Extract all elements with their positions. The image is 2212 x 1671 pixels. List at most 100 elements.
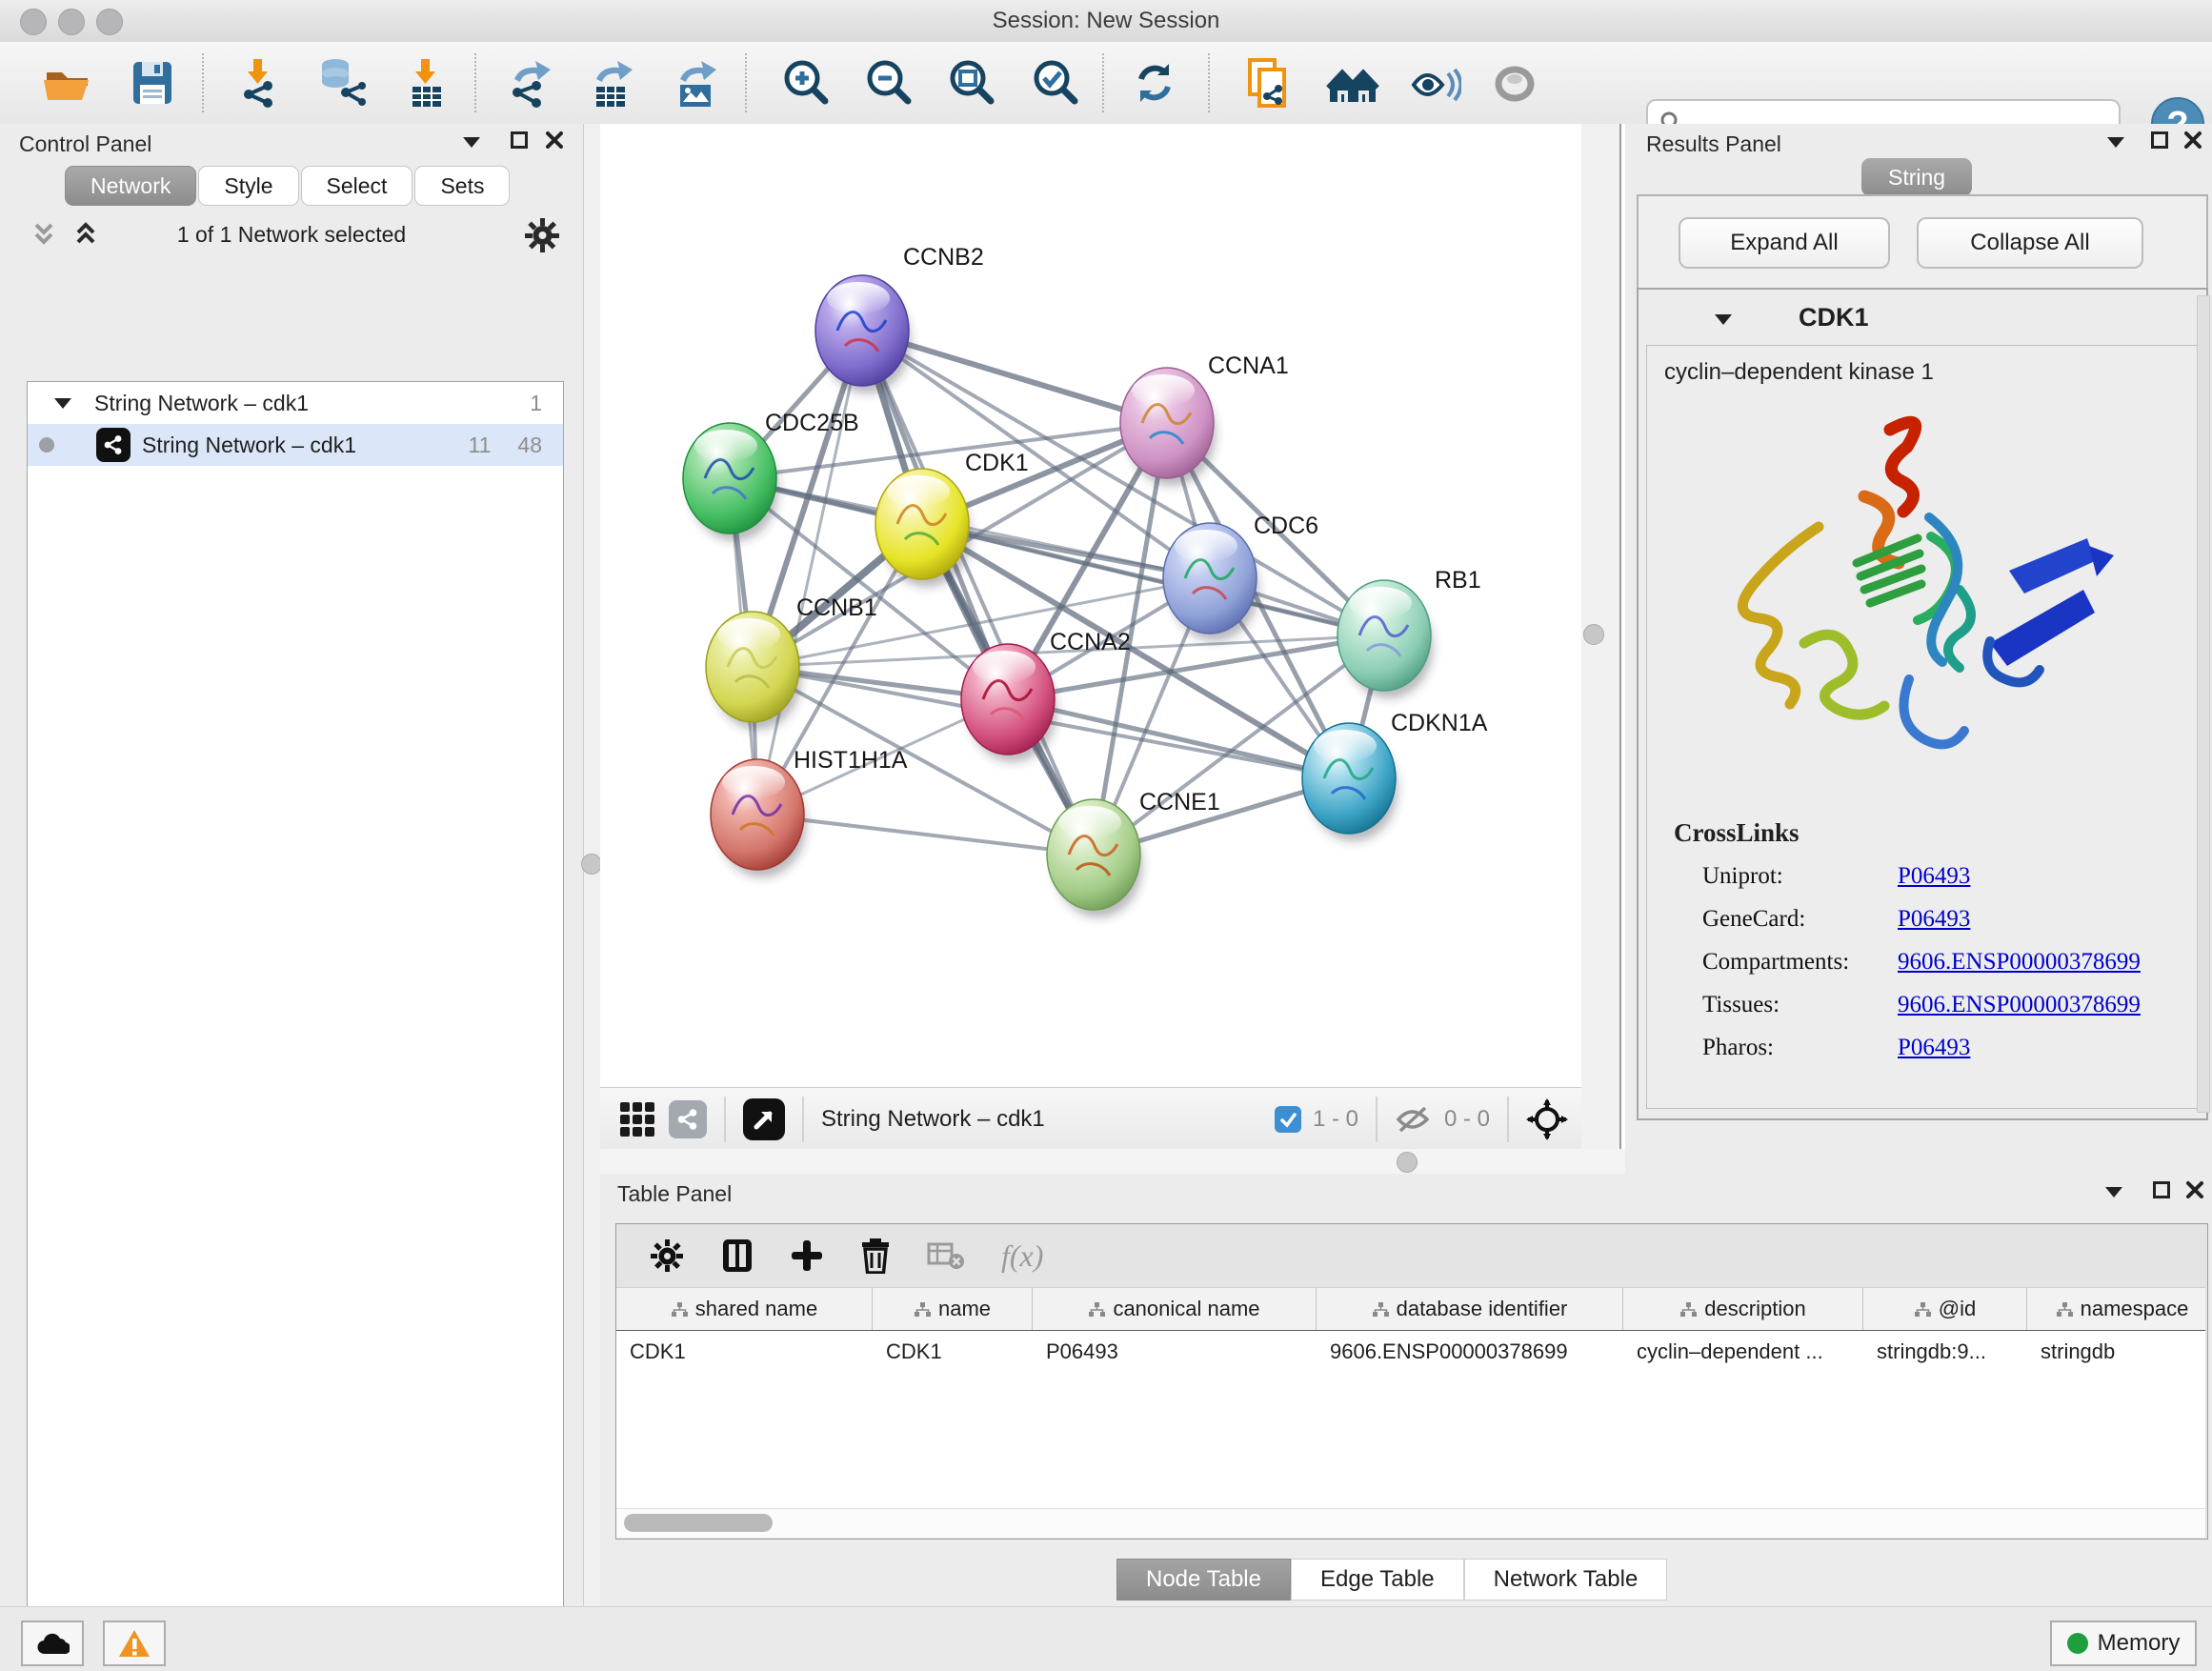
collection-expand-icon[interactable] bbox=[54, 398, 71, 409]
cloud-status-button[interactable] bbox=[21, 1621, 84, 1666]
right-splitter-handle[interactable] bbox=[1583, 624, 1604, 645]
float-panel-icon[interactable] bbox=[511, 131, 528, 149]
crosslink-link[interactable]: 9606.ENSP00000378699 bbox=[1898, 992, 2141, 1018]
create-column-icon[interactable] bbox=[790, 1238, 824, 1273]
panel-menu-icon[interactable] bbox=[2105, 1187, 2122, 1198]
import-table-file-icon[interactable] bbox=[400, 56, 453, 110]
warning-status-button[interactable] bbox=[103, 1621, 166, 1666]
gene-section-expand-icon[interactable] bbox=[1715, 314, 1732, 325]
network-options-gear-icon[interactable] bbox=[522, 215, 562, 255]
close-panel-icon[interactable] bbox=[2185, 1180, 2204, 1199]
delete-column-icon[interactable] bbox=[860, 1238, 891, 1274]
table-hscroll-track[interactable] bbox=[616, 1508, 2205, 1538]
crosslink-link[interactable]: P06493 bbox=[1898, 906, 1970, 933]
zoom-out-icon[interactable] bbox=[862, 56, 915, 110]
close-panel-icon[interactable] bbox=[2183, 131, 2202, 150]
tab-network-table[interactable]: Network Table bbox=[1464, 1559, 1668, 1601]
tab-style[interactable]: Style bbox=[198, 166, 298, 206]
column-header-canonical-name[interactable]: canonical name bbox=[1033, 1288, 1317, 1330]
refresh-view-icon[interactable] bbox=[1128, 56, 1181, 110]
toolbar-separator bbox=[202, 53, 204, 112]
collapse-all-button[interactable]: Collapse All bbox=[1917, 217, 2143, 269]
crosslink-link[interactable]: P06493 bbox=[1898, 863, 1970, 890]
clipboard-network-icon[interactable] bbox=[1240, 56, 1294, 110]
open-session-icon[interactable] bbox=[40, 56, 93, 110]
tab-edge-table[interactable]: Edge Table bbox=[1291, 1559, 1464, 1601]
eye-disabled-icon[interactable] bbox=[1488, 56, 1541, 110]
crosslink-link[interactable]: P06493 bbox=[1898, 1035, 1970, 1061]
column-header-namespace[interactable]: namespace bbox=[2027, 1288, 2205, 1330]
network-canvas[interactable]: CCNB2CCNA1CDC25BCDK1CDC6RB1CCNB1CCNA2CDK… bbox=[600, 124, 1581, 1087]
zoom-selected-icon[interactable] bbox=[1029, 56, 1082, 110]
cytoscape-window: Session: New Session bbox=[0, 0, 2212, 1671]
panel-menu-icon[interactable] bbox=[463, 137, 480, 148]
memory-button[interactable]: Memory bbox=[2050, 1621, 2197, 1666]
export-image-icon[interactable] bbox=[669, 56, 722, 110]
zoom-in-icon[interactable] bbox=[779, 56, 833, 110]
gene-description: cyclin–dependent kinase 1 bbox=[1664, 359, 1934, 386]
network-share-icon[interactable] bbox=[669, 1100, 707, 1138]
tab-string[interactable]: String bbox=[1861, 158, 1972, 196]
tab-select[interactable]: Select bbox=[301, 166, 413, 206]
column-type-icon bbox=[671, 1301, 688, 1318]
float-panel-icon[interactable] bbox=[2151, 131, 2168, 149]
selected-counts: 1 - 0 bbox=[1313, 1106, 1358, 1133]
import-network-file-icon[interactable] bbox=[232, 56, 286, 110]
control-panel-title: Control Panel bbox=[19, 131, 151, 157]
title-bar: Session: New Session bbox=[0, 0, 2212, 43]
panel-menu-icon[interactable] bbox=[2107, 137, 2124, 148]
control-panel: Control Panel NetworkStyleSelectSets 1 o… bbox=[0, 124, 583, 1606]
save-session-icon[interactable] bbox=[126, 56, 179, 110]
column-header-name[interactable]: name bbox=[873, 1288, 1033, 1330]
memory-label: Memory bbox=[2098, 1630, 2181, 1657]
column-header-database-identifier[interactable]: database identifier bbox=[1317, 1288, 1623, 1330]
close-panel-icon[interactable] bbox=[545, 131, 564, 150]
crosslink-label: GeneCard: bbox=[1702, 906, 1898, 933]
network-collection-row[interactable]: String Network – cdk1 1 bbox=[28, 382, 563, 424]
eye-waves-icon[interactable] bbox=[1408, 56, 1461, 110]
table-settings-gear-icon[interactable] bbox=[649, 1238, 685, 1274]
column-type-icon bbox=[2056, 1301, 2073, 1318]
network-row[interactable]: String Network – cdk1 11 48 bbox=[28, 424, 563, 466]
tab-network[interactable]: Network bbox=[65, 166, 196, 206]
show-columns-icon[interactable] bbox=[721, 1238, 754, 1274]
column-header-shared-name[interactable]: shared name bbox=[616, 1288, 873, 1330]
cell-database-identifier[interactable]: 9606.ENSP00000378699 bbox=[1317, 1331, 1623, 1373]
node-label-ccnb2: CCNB2 bbox=[903, 244, 984, 271]
table-row[interactable]: CDK1CDK1P064939606.ENSP00000378699cyclin… bbox=[616, 1331, 2205, 1373]
double-house-icon[interactable] bbox=[1326, 56, 1379, 110]
column-header--id[interactable]: @id bbox=[1863, 1288, 2027, 1330]
table-hscroll-thumb[interactable] bbox=[624, 1514, 773, 1532]
horizontal-splitter-handle[interactable] bbox=[1397, 1152, 1418, 1173]
expand-all-button[interactable]: Expand All bbox=[1679, 217, 1890, 269]
cell-namespace[interactable]: stringdb bbox=[2027, 1331, 2205, 1373]
open-in-new-window-icon[interactable] bbox=[743, 1098, 785, 1140]
cell-shared-name[interactable]: CDK1 bbox=[616, 1331, 873, 1373]
cell-canonical-name[interactable]: P06493 bbox=[1033, 1331, 1317, 1373]
cell-name[interactable]: CDK1 bbox=[873, 1331, 1033, 1373]
cell-description[interactable]: cyclin–dependent ... bbox=[1623, 1331, 1863, 1373]
column-header-description[interactable]: description bbox=[1623, 1288, 1863, 1330]
birdseye-view-icon[interactable] bbox=[1526, 1098, 1568, 1140]
crosslink-link[interactable]: 9606.ENSP00000378699 bbox=[1898, 949, 2141, 976]
left-splitter-handle[interactable] bbox=[581, 854, 602, 875]
cell--id[interactable]: stringdb:9... bbox=[1863, 1331, 2027, 1373]
grid-view-icon[interactable] bbox=[619, 1101, 655, 1137]
zoom-fit-icon[interactable] bbox=[945, 56, 998, 110]
export-network-icon[interactable] bbox=[503, 56, 556, 110]
results-scrollbar[interactable] bbox=[2197, 295, 2210, 1113]
crosslink-label: Tissues: bbox=[1702, 992, 1898, 1018]
crosslink-label: Compartments: bbox=[1702, 949, 1898, 976]
hidden-counts: 0 - 0 bbox=[1444, 1106, 1490, 1133]
cloud-icon bbox=[35, 1631, 70, 1656]
edge-HIST1H1A-CCNE1 bbox=[757, 815, 1094, 855]
export-table-icon[interactable] bbox=[585, 56, 638, 110]
node-label-ccnb1: CCNB1 bbox=[796, 594, 877, 621]
tab-sets[interactable]: Sets bbox=[414, 166, 510, 206]
tab-node-table[interactable]: Node Table bbox=[1116, 1559, 1291, 1601]
node-gloss bbox=[694, 430, 757, 462]
function-builder-icon-disabled: f(x) bbox=[1001, 1238, 1043, 1274]
selected-checkbox[interactable] bbox=[1275, 1106, 1301, 1133]
float-panel-icon[interactable] bbox=[2153, 1181, 2170, 1198]
import-network-database-icon[interactable] bbox=[314, 56, 368, 110]
